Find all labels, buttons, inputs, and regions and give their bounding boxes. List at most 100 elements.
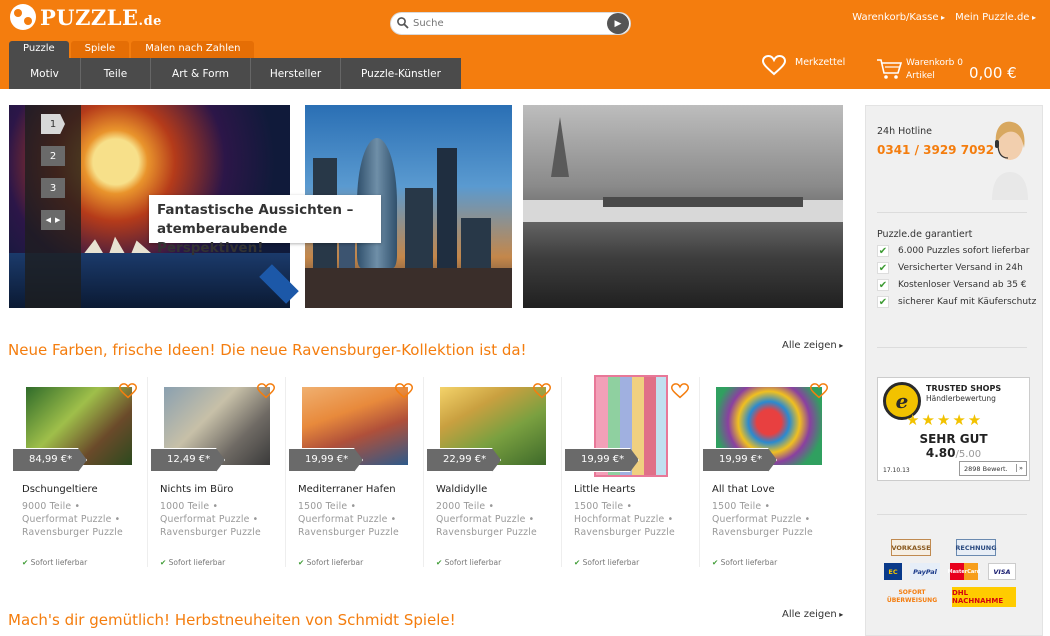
- guarantee-item: ✔ Kostenloser Versand ab 35 €: [877, 279, 1027, 291]
- product-format: Querformat Puzzle •: [22, 514, 121, 525]
- product-card[interactable]: 22,99 €* Waldidylle 2000 Teile • Querfor…: [424, 377, 562, 567]
- puzzle-logo-icon: [10, 4, 36, 30]
- guarantee-item: ✔ Versicherter Versand in 24h: [877, 262, 1023, 274]
- product-pieces: 2000 Teile •: [436, 501, 495, 512]
- checkmark-icon: ✔: [877, 279, 889, 291]
- slide-1-button[interactable]: 1: [41, 114, 65, 134]
- payment-ec: EC: [884, 563, 902, 580]
- nav-art-form[interactable]: Art & Form: [151, 58, 251, 89]
- payment-paypal: PayPal: [910, 563, 940, 580]
- payment-dhl-nachnahme: DHL NACHNAHME: [952, 587, 1016, 607]
- hotline-label: 24h Hotline: [877, 126, 932, 137]
- section-title-ravensburger[interactable]: Neue Farben, frische Ideen! Die neue Rav…: [8, 341, 527, 359]
- review-count-link[interactable]: 2898 Bewert.: [959, 461, 1027, 476]
- product-card[interactable]: 19,99 €* Little Hearts 1500 Teile • Hoch…: [562, 375, 700, 567]
- price-tag: 19,99 €*: [564, 448, 639, 472]
- hero-slider[interactable]: 1 2 3 ◀ ▶ Fantastische Aussichten – atemb…: [9, 105, 843, 308]
- slider-pager: 1 2 3 ◀ ▶: [25, 105, 81, 308]
- search-submit-button[interactable]: ▶: [607, 13, 629, 34]
- heart-icon: [762, 55, 786, 76]
- slider-arrows[interactable]: ◀ ▶: [41, 210, 65, 230]
- cart-items-label: Artikel: [906, 71, 935, 81]
- product-brand: Ravensburger Puzzle: [712, 527, 813, 538]
- sidebar: 24h Hotline 0341 / 3929 7092 Puzzle.de g…: [865, 105, 1043, 636]
- price-tag: 12,49 €*: [150, 448, 225, 472]
- wishlist-heart-icon[interactable]: [810, 383, 828, 399]
- hero-caption-line-1: Fantastische Aussichten –: [157, 202, 354, 218]
- wishlist-heart-icon[interactable]: [395, 383, 413, 399]
- payment-sofort: SOFORT ÜBERWEISUNG: [886, 589, 938, 604]
- tab-spiele[interactable]: Spiele: [70, 41, 130, 58]
- product-pieces: 1000 Teile •: [160, 501, 219, 512]
- stock-status: Sofort lieferbar: [298, 558, 364, 567]
- product-format: Querformat Puzzle •: [436, 514, 535, 525]
- cart-count: Warenkorb 0: [906, 58, 963, 68]
- product-pieces: 1500 Teile •: [712, 501, 771, 512]
- trusted-shops-subtitle: Händlerbewertung: [926, 394, 996, 403]
- price-tag: 22,99 €*: [426, 448, 501, 472]
- show-all-link[interactable]: Alle zeigen: [782, 340, 843, 351]
- search-input[interactable]: [413, 15, 593, 32]
- hotline-number[interactable]: 0341 / 3929 7092: [877, 143, 994, 157]
- payment-vorkasse: VORKASSE: [891, 539, 931, 556]
- shopping-cart-icon: [877, 59, 902, 79]
- slide-3-button[interactable]: 3: [41, 178, 65, 198]
- rating-max: /5.00: [955, 449, 982, 460]
- rating-grade: SEHR GUT: [919, 432, 988, 446]
- nav-teile[interactable]: Teile: [81, 58, 151, 89]
- product-name[interactable]: Waldidylle: [436, 484, 487, 495]
- product-pieces: 9000 Teile •: [22, 501, 81, 512]
- my-account-link[interactable]: Mein Puzzle.de: [955, 12, 1036, 23]
- product-brand: Ravensburger Puzzle: [298, 527, 399, 538]
- payment-mastercard: MasterCard: [948, 563, 980, 580]
- wishlist-heart-icon[interactable]: [533, 383, 551, 399]
- product-card[interactable]: 12,49 €* Nichts im Büro 1000 Teile • Que…: [148, 377, 286, 567]
- category-nav: Motiv Teile Art & Form Hersteller Puzzle…: [9, 58, 461, 89]
- section-title-schmidt[interactable]: Mach's dir gemütlich! Herbstneuheiten vo…: [8, 611, 456, 629]
- checkmark-icon: ✔: [877, 262, 889, 274]
- product-name[interactable]: Nichts im Büro: [160, 484, 233, 495]
- stock-status: Sofort lieferbar: [160, 558, 226, 567]
- product-name[interactable]: Dschungeltiere: [22, 484, 98, 495]
- product-format: Hochformat Puzzle •: [574, 514, 674, 525]
- cart-total: 0,00 €: [969, 64, 1017, 82]
- product-brand: Ravensburger Puzzle: [436, 527, 537, 538]
- logo-suffix: .de: [138, 13, 162, 29]
- tab-malen-nach-zahlen[interactable]: Malen nach Zahlen: [131, 41, 255, 58]
- search-box: ▶: [390, 12, 631, 35]
- stock-status: Sofort lieferbar: [22, 558, 88, 567]
- product-name[interactable]: Mediterraner Hafen: [298, 484, 396, 495]
- trusted-shops-badge[interactable]: e TRUSTED SHOPS Händlerbewertung ★★★★★ S…: [877, 377, 1030, 481]
- product-card[interactable]: 19,99 €* Mediterraner Hafen 1500 Teile •…: [286, 377, 424, 567]
- wishlist-heart-icon[interactable]: [119, 383, 137, 399]
- prev-arrow-icon[interactable]: ◀: [46, 216, 51, 224]
- product-card[interactable]: 84,99 €* Dschungeltiere 9000 Teile • Que…: [10, 377, 148, 567]
- cart-checkout-link[interactable]: Warenkorb/Kasse: [852, 12, 945, 23]
- payment-rechnung: RECHNUNG: [955, 539, 997, 556]
- header: PUZZLE.de ▶ Warenkorb/Kasse Mein Puzzle.…: [0, 0, 1050, 89]
- guarantee-list: ✔ 6.000 Puzzles sofort lieferbar ✔ Versich…: [877, 245, 1037, 313]
- hero-caption-line-2: atemberaubende Perspektiven!: [157, 221, 288, 256]
- trusted-shops-name: TRUSTED SHOPS: [926, 384, 1002, 393]
- product-brand: Ravensburger Puzzle: [22, 527, 123, 538]
- product-name[interactable]: All that Love: [712, 484, 775, 495]
- product-format: Querformat Puzzle •: [712, 514, 811, 525]
- top-links: Warenkorb/Kasse Mein Puzzle.de: [852, 12, 1036, 23]
- support-agent-image: [992, 121, 1028, 200]
- next-arrow-icon[interactable]: ▶: [55, 216, 60, 224]
- wishlist-heart-icon[interactable]: [671, 383, 689, 399]
- rating-date: 17.10.13: [883, 467, 910, 474]
- wishlist-heart-icon[interactable]: [257, 383, 275, 399]
- product-brand: Ravensburger Puzzle: [160, 527, 261, 538]
- product-name[interactable]: Little Hearts: [574, 484, 635, 495]
- product-card[interactable]: 19,99 €* All that Love 1500 Teile • Quer…: [700, 377, 838, 567]
- wishlist-link[interactable]: Merkzettel: [762, 55, 845, 76]
- logo[interactable]: PUZZLE.de: [10, 4, 162, 30]
- tab-puzzle[interactable]: Puzzle: [9, 41, 69, 58]
- guarantee-title: Puzzle.de garantiert: [877, 229, 973, 240]
- nav-hersteller[interactable]: Hersteller: [251, 58, 341, 89]
- nav-puzzle-kuenstler[interactable]: Puzzle-Künstler: [341, 58, 461, 89]
- slide-2-button[interactable]: 2: [41, 146, 65, 166]
- nav-motiv[interactable]: Motiv: [9, 58, 81, 89]
- show-all-link[interactable]: Alle zeigen: [782, 609, 843, 620]
